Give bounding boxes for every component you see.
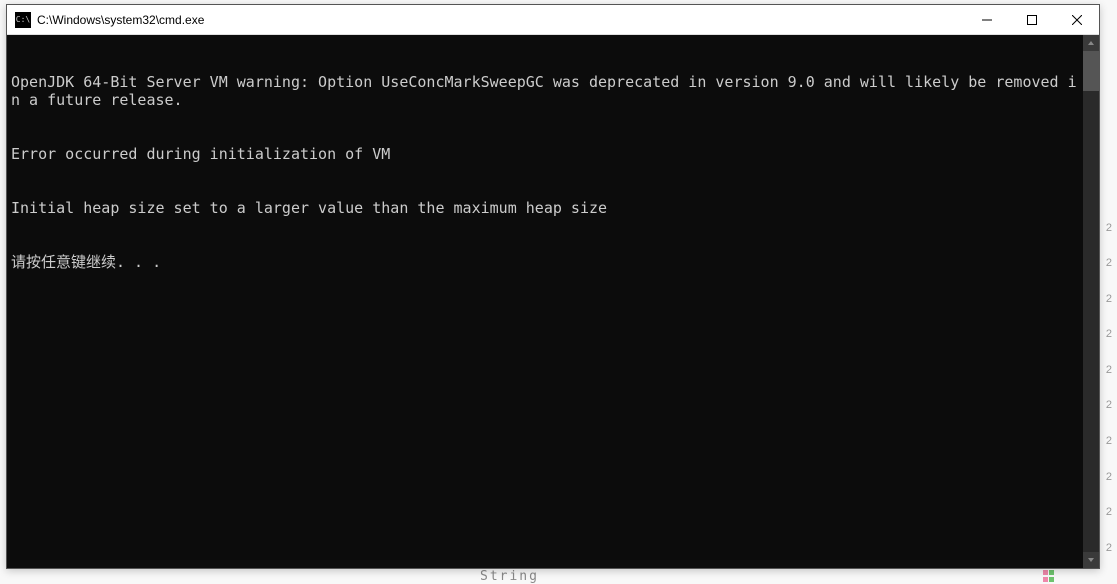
cmd-icon: C:\	[15, 12, 31, 28]
scrollbar-thumb[interactable]	[1083, 51, 1099, 91]
title-bar[interactable]: C:\ C:\Windows\system32\cmd.exe	[7, 5, 1099, 35]
bg-number: 2	[1106, 399, 1112, 411]
bg-number: 2	[1106, 506, 1112, 518]
terminal-line: OpenJDK 64-Bit Server VM warning: Option…	[11, 73, 1079, 109]
terminal-line: Error occurred during initialization of …	[11, 145, 1079, 163]
background-bottom-text: String	[480, 569, 539, 584]
bg-number: 2	[1106, 257, 1112, 269]
terminal-line: Initial heap size set to a larger value …	[11, 199, 1079, 217]
bg-number: 2	[1106, 328, 1112, 340]
close-icon	[1072, 15, 1082, 25]
scrollbar-down-button[interactable]	[1083, 552, 1099, 568]
chevron-down-icon	[1087, 556, 1095, 564]
vertical-scrollbar[interactable]	[1083, 35, 1099, 568]
terminal-line: 请按任意键继续. . .	[11, 253, 1079, 271]
window-title: C:\Windows\system32\cmd.exe	[37, 13, 964, 27]
maximize-button[interactable]	[1009, 5, 1054, 34]
maximize-icon	[1027, 15, 1037, 25]
bg-number: 2	[1106, 471, 1112, 483]
bg-number: 2	[1106, 293, 1112, 305]
close-button[interactable]	[1054, 5, 1099, 34]
bg-number: 2	[1106, 222, 1112, 234]
color-dots-icon	[1043, 570, 1057, 582]
background-bottom-strip: String	[0, 568, 1117, 584]
scrollbar-up-button[interactable]	[1083, 35, 1099, 51]
chevron-up-icon	[1087, 39, 1095, 47]
minimize-button[interactable]	[964, 5, 1009, 34]
minimize-icon	[982, 15, 992, 25]
bg-number: 2	[1106, 364, 1112, 376]
cmd-window: C:\ C:\Windows\system32\cmd.exe OpenJDK …	[6, 4, 1100, 569]
window-controls	[964, 5, 1099, 34]
bg-number: 2	[1106, 435, 1112, 447]
bg-number: 2	[1106, 542, 1112, 554]
terminal-output[interactable]: OpenJDK 64-Bit Server VM warning: Option…	[7, 35, 1083, 568]
terminal-body: OpenJDK 64-Bit Server VM warning: Option…	[7, 35, 1099, 568]
